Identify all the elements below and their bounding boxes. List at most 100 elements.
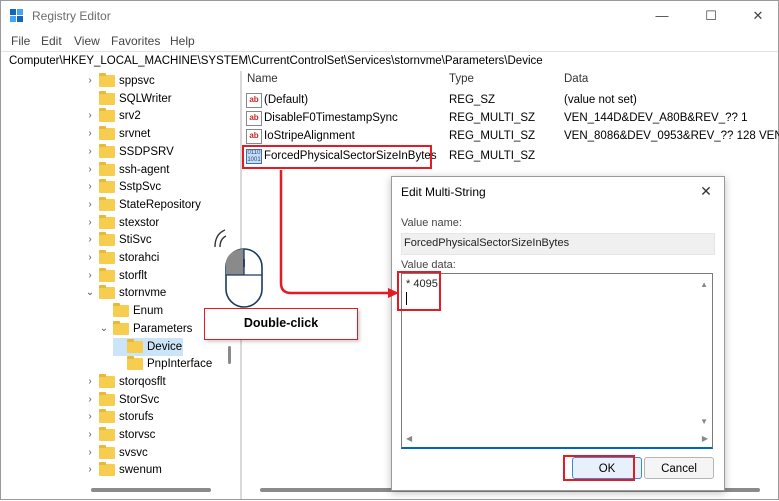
tree-item-storsvc[interactable]: › StorSvc — [1, 391, 236, 409]
tree-item-pnpinterface[interactable]: PnpInterface — [1, 355, 236, 373]
value-data-label: Value data: — [401, 259, 456, 271]
scroll-up-icon[interactable]: ▲ — [700, 280, 708, 289]
chevron-right-icon[interactable]: › — [85, 231, 95, 249]
folder-icon — [99, 126, 115, 141]
column-header-name[interactable]: Name — [247, 73, 278, 85]
value-name-field: ForcedPhysicalSectorSizeInBytes — [401, 233, 715, 255]
ab-string-icon: ab — [246, 111, 262, 126]
folder-icon — [99, 73, 115, 87]
folder-icon — [99, 267, 115, 282]
vertical-scrollbar[interactable] — [228, 346, 231, 364]
key-tree: › sppsvc SQLWriter › srv2 › srvnet › SSDPSRV › ssh… — [1, 71, 240, 499]
scroll-right-icon[interactable]: ▶ — [702, 434, 708, 443]
cancel-button[interactable]: Cancel — [644, 457, 714, 479]
tree-item-ssdpsrv[interactable]: › SSDPSRV — [1, 143, 236, 161]
tree-item-srvnet[interactable]: › srvnet — [1, 125, 236, 143]
tree-item-label: Parameters — [133, 322, 193, 335]
menu-favorites[interactable]: Favorites — [111, 34, 160, 48]
column-header-data[interactable]: Data — [564, 73, 588, 85]
scroll-down-icon[interactable]: ▼ — [700, 417, 708, 426]
tree-item-device[interactable]: Device — [1, 337, 236, 356]
value-row[interactable]: ab IoStripeAlignment REG_MULTI_SZ VEN_80… — [242, 127, 779, 145]
value-type: REG_MULTI_SZ — [449, 112, 536, 124]
value-data-textarea[interactable]: * 4095 ▲ ▼ ◀ ▶ — [401, 273, 713, 449]
folder-icon — [99, 462, 115, 477]
tree-item-ssh-agent[interactable]: › ssh-agent — [1, 161, 236, 179]
tree-item-label: StateRepository — [119, 198, 201, 211]
tree-item-enum[interactable]: Enum — [1, 302, 236, 320]
menu-help[interactable]: Help — [170, 34, 195, 48]
address-bar[interactable]: Computer\HKEY_LOCAL_MACHINE\SYSTEM\Curre… — [1, 51, 778, 72]
chevron-right-icon[interactable]: › — [85, 408, 95, 426]
tree-item-label: sppsvc — [119, 75, 155, 87]
chevron-right-icon[interactable]: › — [85, 461, 95, 479]
menu-edit[interactable]: Edit — [41, 34, 62, 48]
menu-view[interactable]: View — [74, 34, 100, 48]
horizontal-scrollbar[interactable] — [91, 488, 211, 492]
value-highlight-box — [242, 145, 432, 169]
dialog-title: Edit Multi-String — [401, 185, 486, 199]
tree-item-swenum[interactable]: › swenum — [1, 461, 236, 479]
close-button[interactable]: ✕ — [743, 6, 773, 26]
tree-item-sstpsvc[interactable]: › SstpSvc — [1, 178, 236, 196]
chevron-right-icon[interactable]: › — [85, 249, 95, 267]
tree-item-storvsc[interactable]: › storvsc — [1, 426, 236, 444]
chevron-right-icon[interactable]: › — [85, 72, 95, 90]
ab-string-icon: ab — [246, 129, 262, 144]
folder-icon — [99, 196, 115, 211]
tree-item-stexstor[interactable]: › stexstor — [1, 214, 236, 232]
scroll-left-icon[interactable]: ◀ — [406, 434, 412, 443]
column-header-type[interactable]: Type — [449, 73, 474, 85]
maximize-button[interactable]: ☐ — [696, 6, 726, 26]
tree-item-parameters[interactable]: ⌄ Parameters — [1, 320, 236, 338]
chevron-right-icon[interactable]: › — [85, 125, 95, 143]
tree-item-label: storufs — [119, 411, 154, 424]
tree-item-storahci[interactable]: › storahci — [1, 249, 236, 267]
folder-icon — [113, 303, 129, 318]
tree-item-sqlwriter[interactable]: SQLWriter — [1, 90, 236, 108]
tree-item-storufs[interactable]: › storufs — [1, 408, 236, 426]
tree-item-stisvc[interactable]: › StiSvc — [1, 231, 236, 249]
tree-item-label: StiSvc — [119, 234, 152, 247]
chevron-right-icon[interactable]: › — [85, 267, 95, 285]
minimize-button[interactable]: — — [647, 6, 677, 26]
dialog-close-button[interactable]: ✕ — [694, 180, 718, 202]
folder-icon — [99, 108, 115, 123]
folder-icon — [99, 409, 115, 424]
tree-item-storflt[interactable]: › storflt — [1, 267, 236, 285]
folder-icon — [127, 338, 143, 353]
value-row[interactable]: ab (Default) REG_SZ (value not set) — [242, 91, 778, 109]
chevron-right-icon[interactable]: › — [85, 178, 95, 196]
value-row[interactable]: ab DisableF0TimestampSync REG_MULTI_SZ V… — [242, 109, 778, 127]
ok-highlight-box — [563, 455, 635, 481]
chevron-right-icon[interactable]: › — [85, 391, 95, 409]
chevron-right-icon[interactable]: › — [85, 426, 95, 444]
tree-item-label: Enum — [133, 305, 164, 318]
tree-item-label: SQLWriter — [119, 92, 172, 105]
menu-file[interactable]: File — [11, 34, 30, 48]
tree-item-label: stexstor — [119, 216, 160, 229]
folder-icon — [99, 214, 115, 229]
folder-icon — [99, 232, 115, 247]
callout-text: Double-click — [243, 316, 319, 330]
tree-item-label: srv2 — [119, 110, 141, 123]
value-data-highlight-box — [397, 271, 441, 311]
tree-item-stornvme[interactable]: ⌄ stornvme — [1, 284, 236, 302]
chevron-down-icon[interactable]: ⌄ — [99, 320, 109, 338]
tree-item-label: srvnet — [119, 128, 151, 141]
tree-item-label: stornvme — [119, 287, 167, 300]
chevron-right-icon[interactable]: › — [85, 196, 95, 214]
chevron-right-icon[interactable]: › — [85, 143, 95, 161]
chevron-right-icon[interactable]: › — [85, 161, 95, 179]
tree-item-staterepository[interactable]: › StateRepository — [1, 196, 236, 214]
chevron-right-icon[interactable]: › — [85, 107, 95, 125]
tree-item-sppsvc[interactable]: › sppsvc — [1, 72, 236, 90]
tree-item-storqosflt[interactable]: › storqosflt — [1, 373, 236, 391]
tree-item-svsvc[interactable]: › svsvc — [1, 444, 236, 462]
tree-item-srv2[interactable]: › srv2 — [1, 107, 236, 125]
value-type: REG_MULTI_SZ — [449, 130, 536, 142]
chevron-right-icon[interactable]: › — [85, 373, 95, 391]
chevron-right-icon[interactable]: › — [85, 444, 95, 462]
chevron-down-icon[interactable]: ⌄ — [85, 284, 95, 302]
chevron-right-icon[interactable]: › — [85, 214, 95, 232]
